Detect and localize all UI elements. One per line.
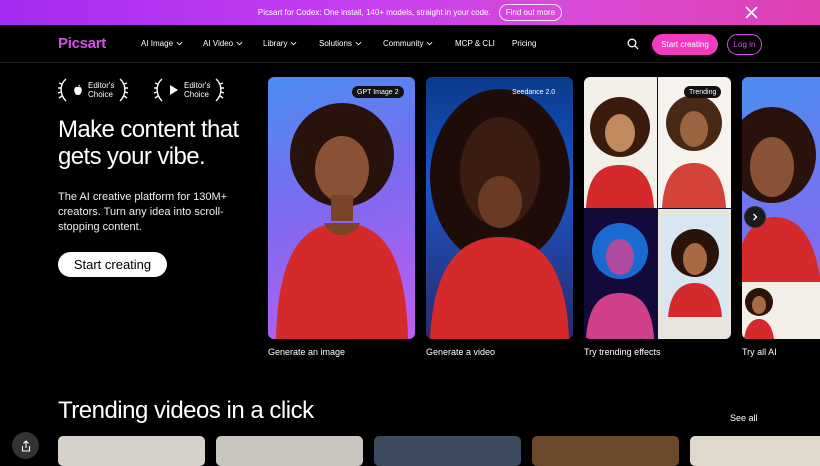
effects-collage-image <box>584 77 731 339</box>
login-button[interactable]: Log in <box>727 34 762 55</box>
start-creating-nav-button[interactable]: Start creating <box>652 34 718 55</box>
chevron-down-icon <box>427 41 433 46</box>
share-button[interactable] <box>12 432 39 459</box>
card-badge: Seedance 2.0 <box>512 88 556 96</box>
chevron-down-icon <box>176 41 183 46</box>
card-label[interactable]: Try trending effects <box>584 347 661 357</box>
card-generate-image[interactable] <box>268 77 415 339</box>
card-label[interactable]: Try all AI <box>742 347 777 357</box>
card-label[interactable]: Generate a video <box>426 347 495 357</box>
laurel-left-icon <box>58 78 67 102</box>
nav-pricing[interactable]: Pricing <box>512 39 536 48</box>
laurel-right-icon <box>215 78 225 102</box>
card-badge: GPT Image 2 <box>352 86 404 98</box>
award-text: Editor's Choice <box>88 81 115 99</box>
video-thumbnail[interactable] <box>532 436 679 466</box>
hero-title: Make content that gets your vibe. <box>58 116 239 170</box>
nav-label: Pricing <box>512 39 537 48</box>
video-thumbnail[interactable] <box>216 436 363 466</box>
nav-label: Community <box>383 39 424 48</box>
nav-solutions[interactable]: Solutions <box>319 39 362 48</box>
nav-community[interactable]: Community <box>383 39 433 48</box>
portrait-image <box>276 103 408 339</box>
laurel-right-icon <box>119 78 129 102</box>
award-text: Editor's Choice <box>184 81 211 99</box>
nav-label: AI Video <box>203 39 234 48</box>
award-apple: Editor's Choice <box>58 78 129 102</box>
chevron-down-icon <box>236 41 243 46</box>
card-badge: Trending <box>684 86 722 98</box>
nav-label: MCP & CLI <box>455 39 495 48</box>
video-frame-image <box>430 89 570 339</box>
close-icon[interactable] <box>745 6 758 19</box>
apple-icon <box>74 84 82 95</box>
chevron-right-icon <box>753 213 758 221</box>
nav-ai-image[interactable]: AI Image <box>141 39 183 48</box>
search-icon[interactable] <box>627 38 639 50</box>
chevron-down-icon <box>291 41 297 46</box>
hero-subtitle: The AI creative platform for 130M+ creat… <box>58 191 228 233</box>
nav-label: Solutions <box>319 39 352 48</box>
video-thumbnail[interactable] <box>374 436 521 466</box>
find-out-more-button[interactable]: Find out more <box>498 4 563 21</box>
chevron-down-icon <box>355 41 362 46</box>
video-thumbnail[interactable] <box>690 436 820 466</box>
top-nav: Picsart AI Image AI Video Library Soluti… <box>0 25 820 63</box>
card-trending-effects[interactable] <box>584 77 731 339</box>
video-thumbnail[interactable] <box>58 436 205 466</box>
laurel-left-icon <box>154 78 163 102</box>
nav-ai-video[interactable]: AI Video <box>203 39 243 48</box>
card-generate-video[interactable] <box>426 77 573 339</box>
nav-label: Library <box>263 39 288 48</box>
banner-text: Picsart for Codex: One install, 140+ mod… <box>257 8 491 17</box>
carousel-next-button[interactable] <box>744 206 766 228</box>
promo-banner: Picsart for Codex: One install, 140+ mod… <box>0 0 820 25</box>
see-all-link[interactable]: See all <box>730 413 758 423</box>
nav-mcp-cli[interactable]: MCP & CLI <box>455 39 495 48</box>
nav-library[interactable]: Library <box>263 39 297 48</box>
picsart-logo[interactable]: Picsart <box>58 35 106 52</box>
share-icon <box>21 439 30 452</box>
trending-title: Trending videos in a click <box>58 397 314 424</box>
award-google-play: Editor's Choice <box>154 78 225 102</box>
card-label[interactable]: Generate an image <box>268 347 345 357</box>
nav-label: AI Image <box>141 39 174 48</box>
hero-start-creating-button[interactable]: Start creating <box>58 252 167 277</box>
google-play-icon <box>170 85 178 95</box>
